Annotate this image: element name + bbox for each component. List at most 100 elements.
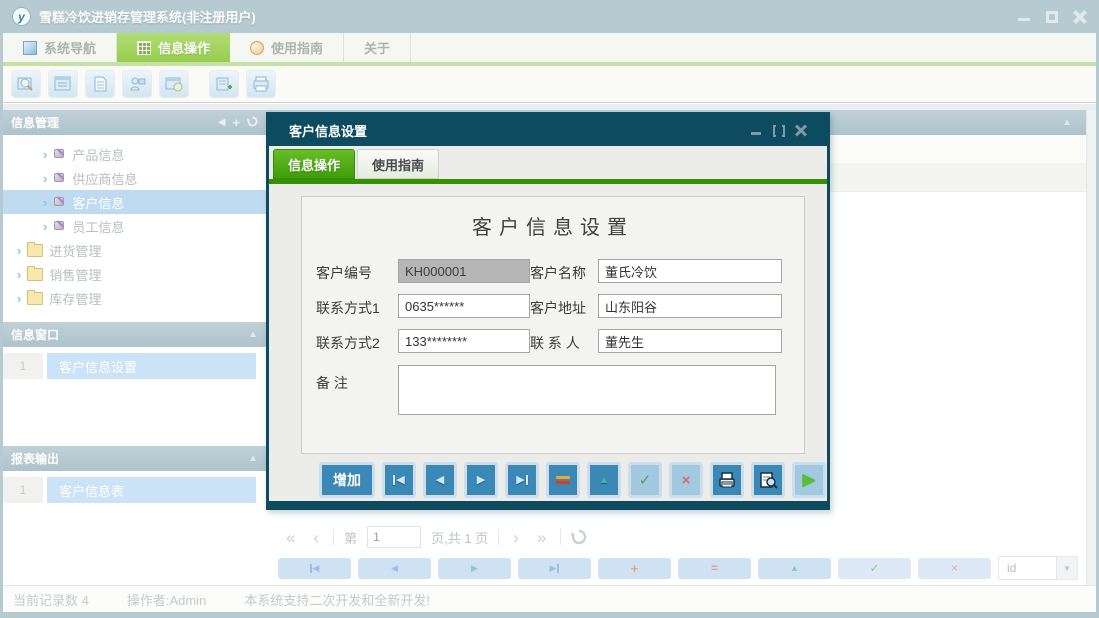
customer-name-field[interactable]: [598, 259, 782, 283]
row-number: 1: [3, 477, 43, 503]
windows-panel-title: 信息窗口: [11, 326, 59, 343]
chevron-right-icon: ›: [17, 244, 21, 257]
sidebar-item-product-info[interactable]: › 产品信息: [3, 142, 266, 166]
sidebar-item-supplier-info[interactable]: › 供应商信息: [3, 166, 266, 190]
collapse-left-icon[interactable]: ◀: [218, 117, 226, 128]
refresh-icon[interactable]: [571, 529, 587, 545]
delete-icon: [556, 476, 570, 484]
address-label: 客户地址: [530, 298, 586, 318]
delete-record-button[interactable]: [546, 462, 580, 498]
dropdown-arrow-icon[interactable]: ▼: [1056, 557, 1077, 579]
form-view-button[interactable]: [48, 70, 78, 98]
vertical-scrollbar[interactable]: [1086, 110, 1096, 585]
last-page-button[interactable]: »: [533, 527, 550, 548]
chevron-right-icon: ›: [43, 172, 47, 185]
wand-icon: [53, 172, 66, 185]
save-record-button[interactable]: ✓: [628, 462, 662, 498]
last-record-nav-button[interactable]: ▶: [518, 558, 591, 579]
system-nav-icon: [23, 41, 37, 55]
dialog-minimize-icon[interactable]: [751, 125, 763, 137]
next-record-nav-button[interactable]: ▶: [438, 558, 511, 579]
tree-label: 供应商信息: [72, 169, 137, 188]
search-button[interactable]: [11, 70, 41, 98]
page-label: 第: [344, 528, 357, 547]
dialog-titlebar[interactable]: 客户信息设置: [269, 115, 827, 146]
cancel-icon: ×: [682, 472, 691, 489]
add-record-nav-button[interactable]: +: [598, 558, 671, 579]
tree-label: 进货管理: [49, 241, 101, 260]
prev-record-nav-button[interactable]: ◀: [358, 558, 431, 579]
expand-all-icon[interactable]: +: [232, 115, 240, 130]
collapse-icon[interactable]: ▲: [248, 453, 258, 464]
tab-user-guide[interactable]: 使用指南: [230, 33, 344, 62]
print-preview-button[interactable]: [751, 462, 785, 498]
folder-icon: [27, 292, 43, 305]
open-window-item[interactable]: 1 客户信息设置: [3, 353, 266, 379]
dialog-close-icon[interactable]: [795, 125, 807, 137]
tab-system-nav[interactable]: 系统导航: [3, 33, 117, 62]
tree-label: 产品信息: [72, 145, 124, 164]
phone2-field[interactable]: [398, 329, 530, 353]
edit-record-nav-button[interactable]: ▲: [758, 558, 831, 579]
tab-about[interactable]: 关于: [344, 33, 411, 62]
print-setup-button[interactable]: [246, 70, 276, 98]
windows-panel-header[interactable]: 信息窗口 ▲: [3, 322, 266, 347]
first-record-button[interactable]: ◀: [382, 462, 416, 498]
reports-panel-title: 报表输出: [11, 450, 59, 467]
play-icon: ▶: [802, 470, 815, 490]
sort-field-select[interactable]: id ▼: [998, 556, 1078, 580]
last-record-button[interactable]: ▶: [505, 462, 539, 498]
sidebar-item-inventory-mgmt[interactable]: › 库存管理: [3, 286, 266, 310]
print-preview-icon: [758, 471, 778, 489]
prev-page-button[interactable]: ‹: [309, 527, 323, 548]
user-button[interactable]: [122, 70, 152, 98]
prev-record-button[interactable]: ◀: [423, 462, 457, 498]
minimize-icon[interactable]: [1017, 10, 1031, 24]
main-tabbar: 系统导航 信息操作 使用指南 关于: [3, 33, 1096, 62]
report-item[interactable]: 1 客户信息表: [3, 477, 266, 503]
dialog-tab-user-guide[interactable]: 使用指南: [357, 149, 439, 179]
first-record-nav-button[interactable]: ◀: [278, 558, 351, 579]
window-button[interactable]: [159, 70, 189, 98]
run-query-button[interactable]: ▶: [792, 462, 826, 498]
document-icon: [91, 76, 109, 92]
info-panel-header[interactable]: 信息管理 ◀ +: [3, 110, 266, 135]
sidebar-item-customer-info[interactable]: › 客户信息: [3, 190, 266, 214]
document-button[interactable]: [85, 70, 115, 98]
cancel-record-nav-button[interactable]: ×: [918, 558, 991, 579]
delete-record-nav-button[interactable]: =: [678, 558, 751, 579]
sidebar-item-sales-mgmt[interactable]: › 销售管理: [3, 262, 266, 286]
export-icon: [215, 76, 233, 92]
phone1-field[interactable]: [398, 294, 530, 318]
customer-code-field[interactable]: [398, 259, 530, 283]
next-page-button[interactable]: ›: [509, 527, 523, 548]
sidebar-item-employee-info[interactable]: › 员工信息: [3, 214, 266, 238]
sidebar-item-purchase-mgmt[interactable]: › 进货管理: [3, 238, 266, 262]
edit-record-button[interactable]: ▲: [587, 462, 621, 498]
sort-field-value: id: [999, 561, 1056, 575]
first-page-button[interactable]: «: [282, 527, 299, 548]
next-record-button[interactable]: ▶: [464, 462, 498, 498]
page-number-input[interactable]: [367, 526, 421, 548]
dialog-body: 客户信息设置 客户编号 客户名称 联系方式1 客户地址 联系方式2 联 系 人 …: [269, 184, 827, 501]
tab-info-operations[interactable]: 信息操作: [117, 33, 230, 62]
maximize-icon[interactable]: [1045, 10, 1059, 24]
refresh-tree-icon[interactable]: [247, 116, 258, 130]
add-record-button[interactable]: 增加: [319, 462, 375, 498]
tab-label: 系统导航: [44, 38, 96, 57]
tab-label: 信息操作: [158, 38, 210, 57]
export-button[interactable]: [209, 70, 239, 98]
close-icon[interactable]: [1073, 10, 1087, 24]
save-record-nav-button[interactable]: ✓: [838, 558, 911, 579]
collapse-icon[interactable]: ▲: [1062, 117, 1072, 128]
reports-panel-header[interactable]: 报表输出 ▲: [3, 446, 266, 471]
contact-field[interactable]: [598, 329, 782, 353]
collapse-icon[interactable]: ▲: [248, 329, 258, 340]
print-button[interactable]: [710, 462, 744, 498]
dialog-maximize-icon[interactable]: [773, 125, 785, 137]
cancel-record-button[interactable]: ×: [669, 462, 703, 498]
address-field[interactable]: [598, 294, 782, 318]
remark-field[interactable]: [398, 365, 776, 415]
wand-icon: [53, 196, 66, 209]
dialog-tab-info-operations[interactable]: 信息操作: [273, 149, 355, 179]
